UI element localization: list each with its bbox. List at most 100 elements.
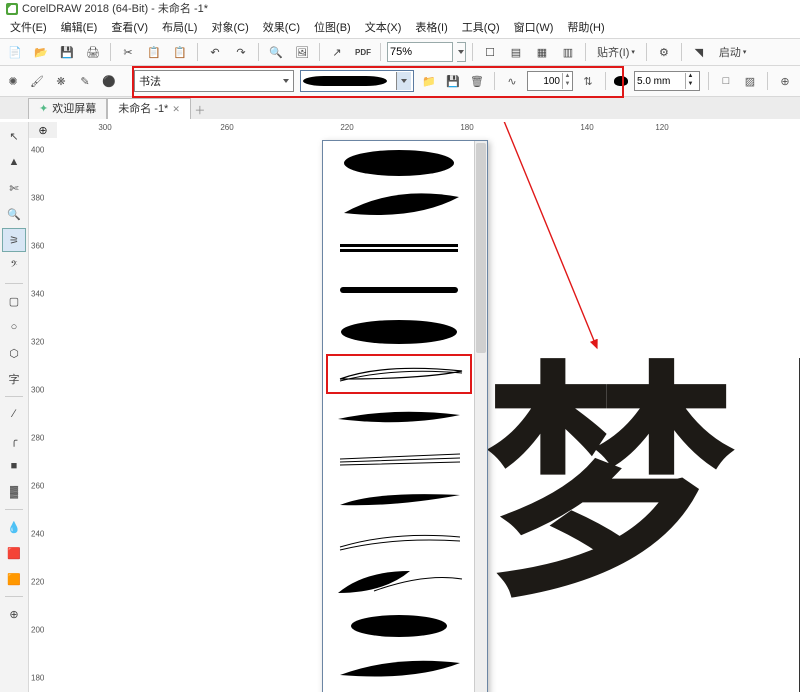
ruler-vertical[interactable]: 400380360340320300280260240220200180 (29, 138, 58, 692)
interactive-fill-tool-icon[interactable]: 🟥 (2, 541, 26, 565)
open-icon[interactable]: 📂 (30, 41, 52, 63)
ellipse-tool-icon[interactable]: ○ (2, 315, 26, 339)
menu-effects[interactable]: 效果(C) (257, 19, 306, 37)
ruler-horizontal[interactable]: 300260220180140120 (57, 122, 800, 139)
scale-with-icon[interactable]: ▨ (741, 72, 759, 90)
export-icon[interactable]: ↗ (326, 41, 348, 63)
redo-icon[interactable]: ↷ (230, 41, 252, 63)
stroke-option[interactable] (325, 479, 473, 521)
menu-window[interactable]: 窗口(W) (508, 19, 560, 37)
scroll-thumb[interactable] (476, 143, 486, 353)
search-icon[interactable]: 🔍 (265, 41, 287, 63)
copy-icon[interactable]: 📋 (143, 41, 165, 63)
save-icon[interactable]: 💾 (56, 41, 78, 63)
stroke-option[interactable] (325, 311, 473, 353)
ruler-origin-icon[interactable]: ⊕ (29, 122, 58, 139)
stroke-option[interactable] (325, 437, 473, 479)
text-tool-icon[interactable]: 字 (2, 367, 26, 391)
eyedropper-tool-icon[interactable]: 💧 (2, 515, 26, 539)
freehand-tool-icon[interactable]: ⚞ (2, 228, 26, 252)
rulers-icon[interactable]: ▤ (505, 41, 527, 63)
menu-text[interactable]: 文本(X) (359, 19, 408, 37)
bounding-icon[interactable]: □ (717, 72, 735, 90)
zoom-dropdown-icon[interactable] (457, 42, 466, 62)
stroke-option[interactable] (325, 647, 473, 689)
stroke-option[interactable] (325, 395, 473, 437)
stroke-option[interactable] (325, 143, 473, 185)
smoothing-input[interactable] (528, 76, 562, 87)
delete-stroke-icon[interactable]: 🗑 (468, 72, 486, 90)
zoom-level-input[interactable] (387, 42, 453, 62)
zoom-tool-icon[interactable]: 🔍 (2, 202, 26, 226)
stroke-option[interactable] (325, 605, 473, 647)
menu-view[interactable]: 查看(V) (105, 19, 154, 37)
parallel-dim-tool-icon[interactable]: ∕ (2, 402, 26, 426)
polygon-tool-icon[interactable]: ⬡ (2, 341, 26, 365)
artistic-media-tool-icon[interactable]: 𝄢 (2, 254, 26, 278)
add-icon[interactable]: ⊕ (776, 72, 794, 90)
menu-edit[interactable]: 编辑(E) (55, 19, 104, 37)
nib-icon (614, 76, 628, 86)
menu-object[interactable]: 对象(C) (205, 19, 254, 37)
calligraphic-tool-icon[interactable]: ✎ (76, 72, 94, 90)
connector-tool-icon[interactable]: ╭ (2, 428, 26, 452)
pdf-icon[interactable]: PDF (352, 41, 374, 63)
snap-dropdown[interactable]: 贴齐(I) ▾ (592, 41, 640, 63)
separator (5, 283, 23, 284)
separator (110, 43, 111, 61)
fullscreen-icon[interactable]: ☐ (479, 41, 501, 63)
stroke-option[interactable] (325, 563, 473, 605)
cut-icon[interactable]: ✂ (117, 41, 139, 63)
options-plus-icon[interactable]: ⊕ (2, 602, 26, 626)
save-stroke-icon[interactable]: 💾 (444, 72, 462, 90)
guides-icon[interactable]: ▥ (557, 41, 579, 63)
stroke-option[interactable] (325, 353, 473, 395)
browse-icon[interactable]: 📁 (420, 72, 438, 90)
edit-fill-tool-icon[interactable]: ■ (2, 454, 26, 478)
menu-layout[interactable]: 布局(L) (156, 19, 203, 37)
smoothing-spinner[interactable]: ▲▼ (527, 71, 573, 91)
stroke-option[interactable] (325, 227, 473, 269)
spinner-buttons[interactable]: ▲▼ (685, 73, 695, 89)
stroke-category-combo[interactable]: 书法 (134, 70, 294, 92)
brush-tool-icon[interactable]: 🖌 (28, 72, 46, 90)
paste-icon[interactable]: 📋 (169, 41, 191, 63)
stroke-option[interactable] (325, 521, 473, 563)
new-doc-icon[interactable]: 📄 (4, 41, 26, 63)
width-anchor-icon[interactable]: ⇅ (579, 72, 597, 90)
crop-tool-icon[interactable]: ✄ (2, 176, 26, 200)
spinner-buttons[interactable]: ▲▼ (562, 73, 572, 89)
sprayer-tool-icon[interactable]: ❋ (52, 72, 70, 90)
new-tab-button[interactable]: ＋ (191, 101, 209, 119)
transparency-tool-icon[interactable]: ▓ (2, 480, 26, 504)
preset-tool-icon[interactable]: ✺ (4, 72, 22, 90)
menu-file[interactable]: 文件(E) (4, 19, 53, 37)
stroke-option[interactable] (325, 269, 473, 311)
addons-icon[interactable]: ◥ (688, 41, 710, 63)
close-icon[interactable]: ✕ (172, 99, 180, 119)
tab-document[interactable]: 未命名 -1* ✕ (107, 98, 191, 119)
grid-icon[interactable]: ▦ (531, 41, 553, 63)
menu-bitmap[interactable]: 位图(B) (308, 19, 357, 37)
pressure-tool-icon[interactable]: ⚫ (100, 72, 118, 90)
options-icon[interactable]: ⚙ (653, 41, 675, 63)
scrollbar[interactable] (474, 141, 487, 692)
shape-tool-icon[interactable]: ▲ (2, 150, 26, 174)
launch-dropdown[interactable]: 启动 ▾ (714, 41, 752, 63)
menu-table[interactable]: 表格(I) (409, 19, 453, 37)
stroke-width-input[interactable] (635, 76, 685, 87)
tab-welcome[interactable]: ✦ 欢迎屏幕 (28, 98, 107, 119)
rectangle-tool-icon[interactable]: ▢ (2, 289, 26, 313)
smart-fill-tool-icon[interactable]: 🟧 (2, 567, 26, 591)
drawing-canvas[interactable]: 梦 (57, 138, 800, 692)
pick-tool-icon[interactable]: ↖ (2, 124, 26, 148)
stroke-option[interactable] (325, 185, 473, 227)
stroke-style-combo[interactable] (300, 70, 414, 92)
image-icon[interactable]: 🖼 (291, 41, 313, 63)
stroke-width-combo[interactable]: ▲▼ (634, 71, 700, 91)
menu-tools[interactable]: 工具(Q) (456, 19, 506, 37)
menu-help[interactable]: 帮助(H) (561, 19, 610, 37)
property-bar: ✺ 🖌 ❋ ✎ ⚫ 书法 📁 💾 🗑 ∿ ▲▼ ⇅ ▲▼ □ ▨ ⊕ (0, 65, 800, 96)
undo-icon[interactable]: ↶ (204, 41, 226, 63)
print-icon[interactable]: 🖨 (82, 41, 104, 63)
